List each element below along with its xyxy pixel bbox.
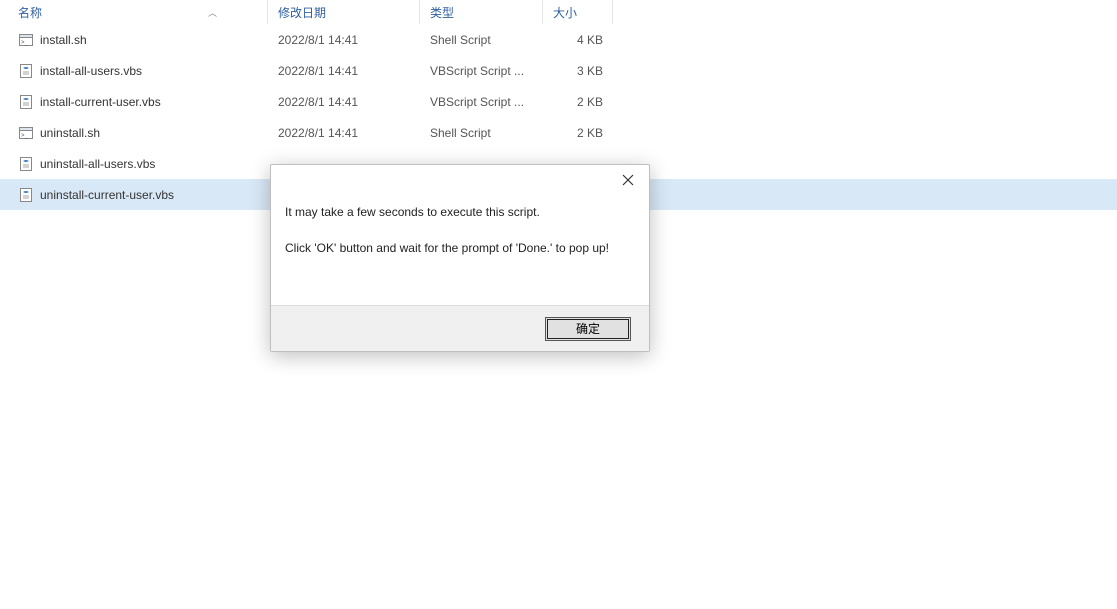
cell-name: install-current-user.vbs [0,86,268,117]
shell-file-icon: >_ [18,125,34,141]
cell-date: 2022/8/1 14:41 [268,55,420,86]
sort-asc-icon: ︿ [208,6,217,19]
file-name-label: uninstall-current-user.vbs [40,188,174,202]
dialog-body: It may take a few seconds to execute thi… [271,195,649,305]
dialog-titlebar [271,165,649,195]
column-header-size[interactable]: 大小 [543,0,613,24]
cell-date: 2022/8/1 14:41 [268,86,420,117]
ok-button[interactable]: 确定 [545,317,631,341]
message-dialog: It may take a few seconds to execute thi… [270,164,650,352]
cell-name: uninstall-current-user.vbs [0,179,268,210]
column-header-type[interactable]: 类型 [420,0,543,24]
column-header-date[interactable]: 修改日期 [268,0,420,24]
table-row[interactable]: install-current-user.vbs 2022/8/1 14:41VB… [0,86,1117,117]
column-header-name[interactable]: 名称 ︿ [0,0,268,24]
cell-size: 2 KB [543,86,613,117]
cell-type: Shell Script [420,24,543,55]
cell-date: 2022/8/1 14:41 [268,24,420,55]
dialog-text-line1: It may take a few seconds to execute thi… [285,203,635,221]
file-name-label: uninstall.sh [40,126,100,140]
vbs-file-icon [18,156,34,172]
svg-text:>_: >_ [21,40,29,46]
vbs-file-icon [18,187,34,203]
close-icon [622,174,634,186]
svg-text:>_: >_ [21,133,29,139]
cell-name: uninstall-all-users.vbs [0,148,268,179]
cell-size: 2 KB [543,117,613,148]
dialog-footer: 确定 [271,305,649,351]
table-row[interactable]: >_ uninstall.sh 2022/8/1 14:41Shell Script… [0,117,1117,148]
cell-date: 2022/8/1 14:41 [268,117,420,148]
cell-name: >_ uninstall.sh [0,117,268,148]
vbs-file-icon [18,94,34,110]
vbs-file-icon [18,63,34,79]
table-row[interactable]: >_ install.sh 2022/8/1 14:41Shell Script4 … [0,24,1117,55]
dialog-text-line2: Click 'OK' button and wait for the promp… [285,239,635,257]
cell-type: VBScript Script ... [420,86,543,117]
column-header-size-label: 大小 [553,4,577,21]
column-header-date-label: 修改日期 [278,4,326,21]
cell-name: >_ install.sh [0,24,268,55]
file-name-label: install-all-users.vbs [40,64,142,78]
column-header-row: 名称 ︿ 修改日期 类型 大小 [0,0,1117,24]
file-name-label: uninstall-all-users.vbs [40,157,155,171]
cell-name: install-all-users.vbs [0,55,268,86]
cell-size: 3 KB [543,55,613,86]
column-header-name-label: 名称 [18,4,42,21]
cell-size: 4 KB [543,24,613,55]
cell-type: Shell Script [420,117,543,148]
close-button[interactable] [613,167,643,193]
file-name-label: install-current-user.vbs [40,95,161,109]
file-name-label: install.sh [40,33,87,47]
shell-file-icon: >_ [18,32,34,48]
cell-type: VBScript Script ... [420,55,543,86]
column-header-type-label: 类型 [430,4,454,21]
table-row[interactable]: install-all-users.vbs 2022/8/1 14:41VBScr… [0,55,1117,86]
